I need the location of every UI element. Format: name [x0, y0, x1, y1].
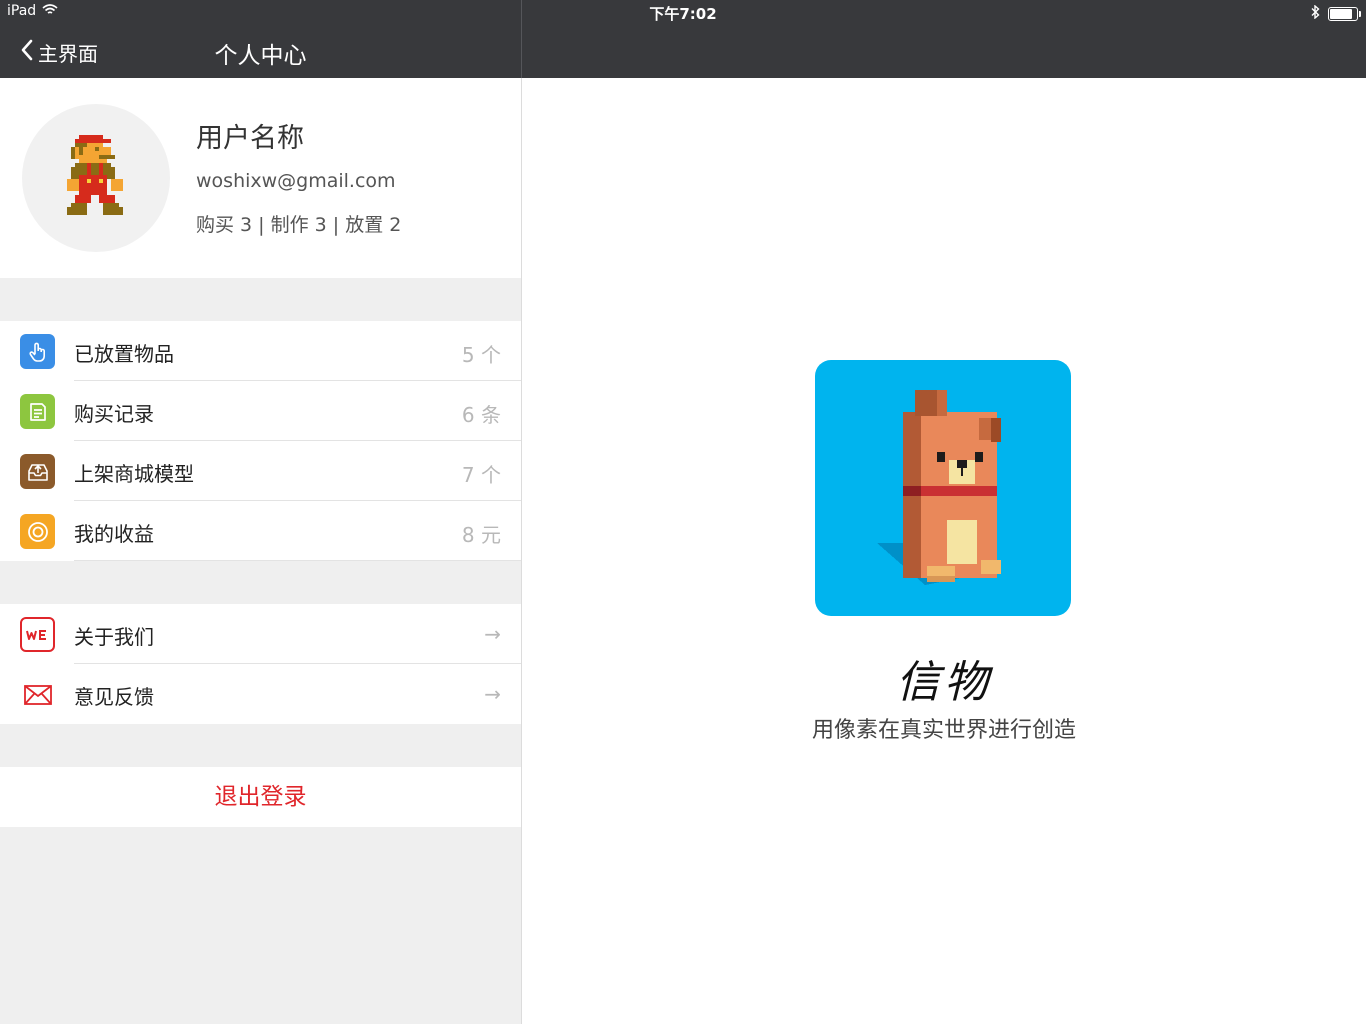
we-logo-icon	[20, 617, 55, 652]
battery-icon	[1328, 6, 1361, 21]
menu-item-count: 6 条	[461, 403, 501, 427]
menu-item-count: 7 个	[461, 463, 501, 487]
menu-item-label: 关于我们	[74, 625, 154, 649]
menu-item-label: 意见反馈	[74, 685, 154, 709]
right-panel: 信物 用像素在真实世界进行创造	[522, 78, 1366, 1024]
menu-item-earnings[interactable]: 我的收益 8 元	[0, 501, 521, 561]
arrow-right-icon: →	[484, 622, 501, 646]
menu-item-feedback[interactable]: 意见反馈 →	[0, 664, 521, 724]
row-divider	[74, 560, 521, 561]
app-slogan: 用像素在真实世界进行创造	[811, 718, 1076, 743]
menu-item-label: 已放置物品	[74, 342, 174, 366]
page-title: 个人中心	[214, 43, 307, 69]
menu-item-count: 5 个	[461, 343, 501, 367]
avatar[interactable]	[22, 104, 170, 252]
left-panel: 用户名称 woshixw@gmail.com 购买 3 | 制作 3 | 放置 …	[0, 78, 521, 1024]
pixel-mario-avatar	[67, 135, 123, 215]
mail-icon	[20, 677, 55, 712]
coin-icon	[20, 514, 55, 549]
logout-button[interactable]: 退出登录	[0, 767, 521, 827]
menu-item-about[interactable]: 关于我们 →	[0, 604, 521, 664]
top-bar: iPad 下午7:02 主界面 个人中心	[0, 0, 1366, 78]
menu-item-placed[interactable]: 已放置物品 5 个	[0, 321, 521, 381]
menu-group-more: 关于我们 → 意见反馈 →	[0, 604, 521, 724]
hand-pointer-icon	[20, 334, 55, 369]
arrow-right-icon: →	[484, 682, 501, 706]
app-icon	[815, 360, 1071, 616]
inbox-upload-icon	[20, 454, 55, 489]
menu-item-label: 购买记录	[74, 402, 154, 426]
menu-item-listed-models[interactable]: 上架商城模型 7 个	[0, 441, 521, 501]
menu-item-count: 8 元	[461, 523, 501, 547]
app-name: 信物	[896, 657, 992, 708]
note-icon	[20, 394, 55, 429]
status-right	[1311, 4, 1361, 23]
profile-card[interactable]: 用户名称 woshixw@gmail.com 购买 3 | 制作 3 | 放置 …	[0, 78, 521, 278]
user-stats: 购买 3 | 制作 3 | 放置 2	[196, 214, 402, 236]
user-email: woshixw@gmail.com	[196, 170, 396, 192]
bluetooth-icon	[1311, 4, 1320, 23]
menu-group-main: 已放置物品 5 个 购买记录 6 条 上架商城模型 7 个 我的收益 8 元	[0, 321, 521, 561]
menu-item-label: 我的收益	[74, 522, 154, 546]
battery-fill	[1330, 8, 1352, 19]
menu-item-purchases[interactable]: 购买记录 6 条	[0, 381, 521, 441]
menu-item-label: 上架商城模型	[74, 462, 194, 486]
voxel-bear-icon	[877, 390, 1001, 585]
user-name: 用户名称	[196, 123, 304, 154]
status-time: 下午7:02	[649, 5, 717, 23]
